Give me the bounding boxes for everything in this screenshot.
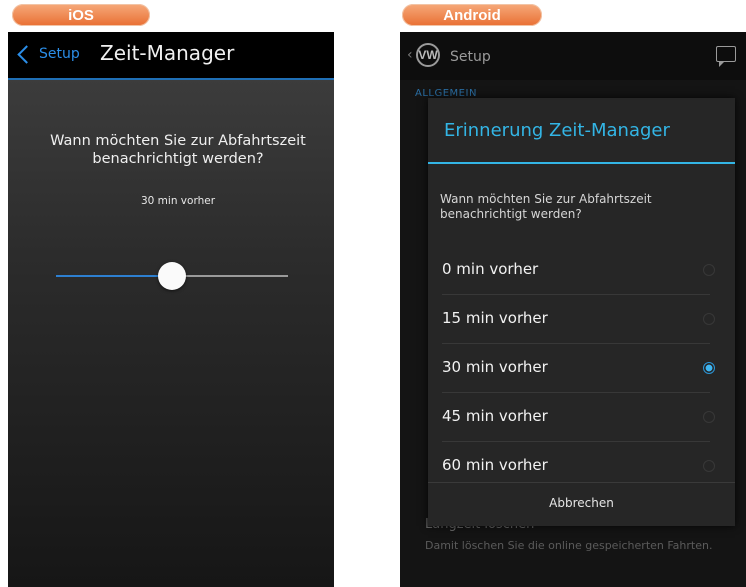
android-platform-tag: Android [402,4,542,26]
radio-button-selected[interactable] [703,362,715,374]
dialog-title: Erinnerung Zeit-Manager [444,120,670,141]
feedback-icon[interactable] [716,46,736,67]
chevron-left-icon[interactable]: ‹ [407,47,413,63]
dialog-message: Wann möchten Sie zur Abfahrtszeit benach… [440,192,652,221]
slider-track-remaining[interactable] [172,275,288,277]
page-title: Zeit-Manager [100,41,235,65]
option-45-min[interactable]: 45 min vorher [428,393,735,441]
slider-value-label: 30 min vorher [140,195,216,207]
radio-button[interactable] [703,411,715,423]
dialog-title-divider [428,162,735,164]
android-screen: ‹ VW Setup ALLGEMEIN Langzeit löschen Da… [400,32,746,587]
option-label: 45 min vorher [442,407,548,425]
option-label: 60 min vorher [442,456,548,474]
radio-button[interactable] [703,313,715,325]
slider-thumb[interactable] [158,262,186,290]
back-button-label: Setup [39,46,80,62]
option-15-min[interactable]: 15 min vorher [428,295,735,343]
cancel-button[interactable]: Abbrechen [428,482,735,527]
ios-platform-tag: iOS [12,4,150,26]
notification-question: Wann möchten Sie zur Abfahrtszeit benach… [50,133,306,167]
back-button[interactable]: Setup [14,42,80,66]
slider-track-filled[interactable] [56,275,172,277]
option-label: 0 min vorher [442,260,539,278]
option-label: 15 min vorher [442,309,548,327]
radio-button[interactable] [703,460,715,472]
chevron-left-icon [17,44,36,64]
reminder-dialog: Erinnerung Zeit-Manager Wann möchten Sie… [428,98,735,526]
background-item-description: Damit löschen Sie die online gespeichert… [425,539,713,552]
radio-button[interactable] [703,264,715,276]
android-action-bar: ‹ VW Setup [400,32,746,80]
option-label: 30 min vorher [442,358,548,376]
ios-screen: Setup Zeit-Manager Wann möchten Sie zur … [8,32,334,587]
option-0-min[interactable]: 0 min vorher [428,246,735,294]
option-30-min[interactable]: 30 min vorher [428,344,735,392]
vw-logo[interactable]: VW [416,43,440,67]
ios-navigation-bar: Setup Zeit-Manager [8,32,334,80]
cancel-button-label: Abbrechen [549,496,614,510]
action-bar-title: Setup [450,49,491,65]
